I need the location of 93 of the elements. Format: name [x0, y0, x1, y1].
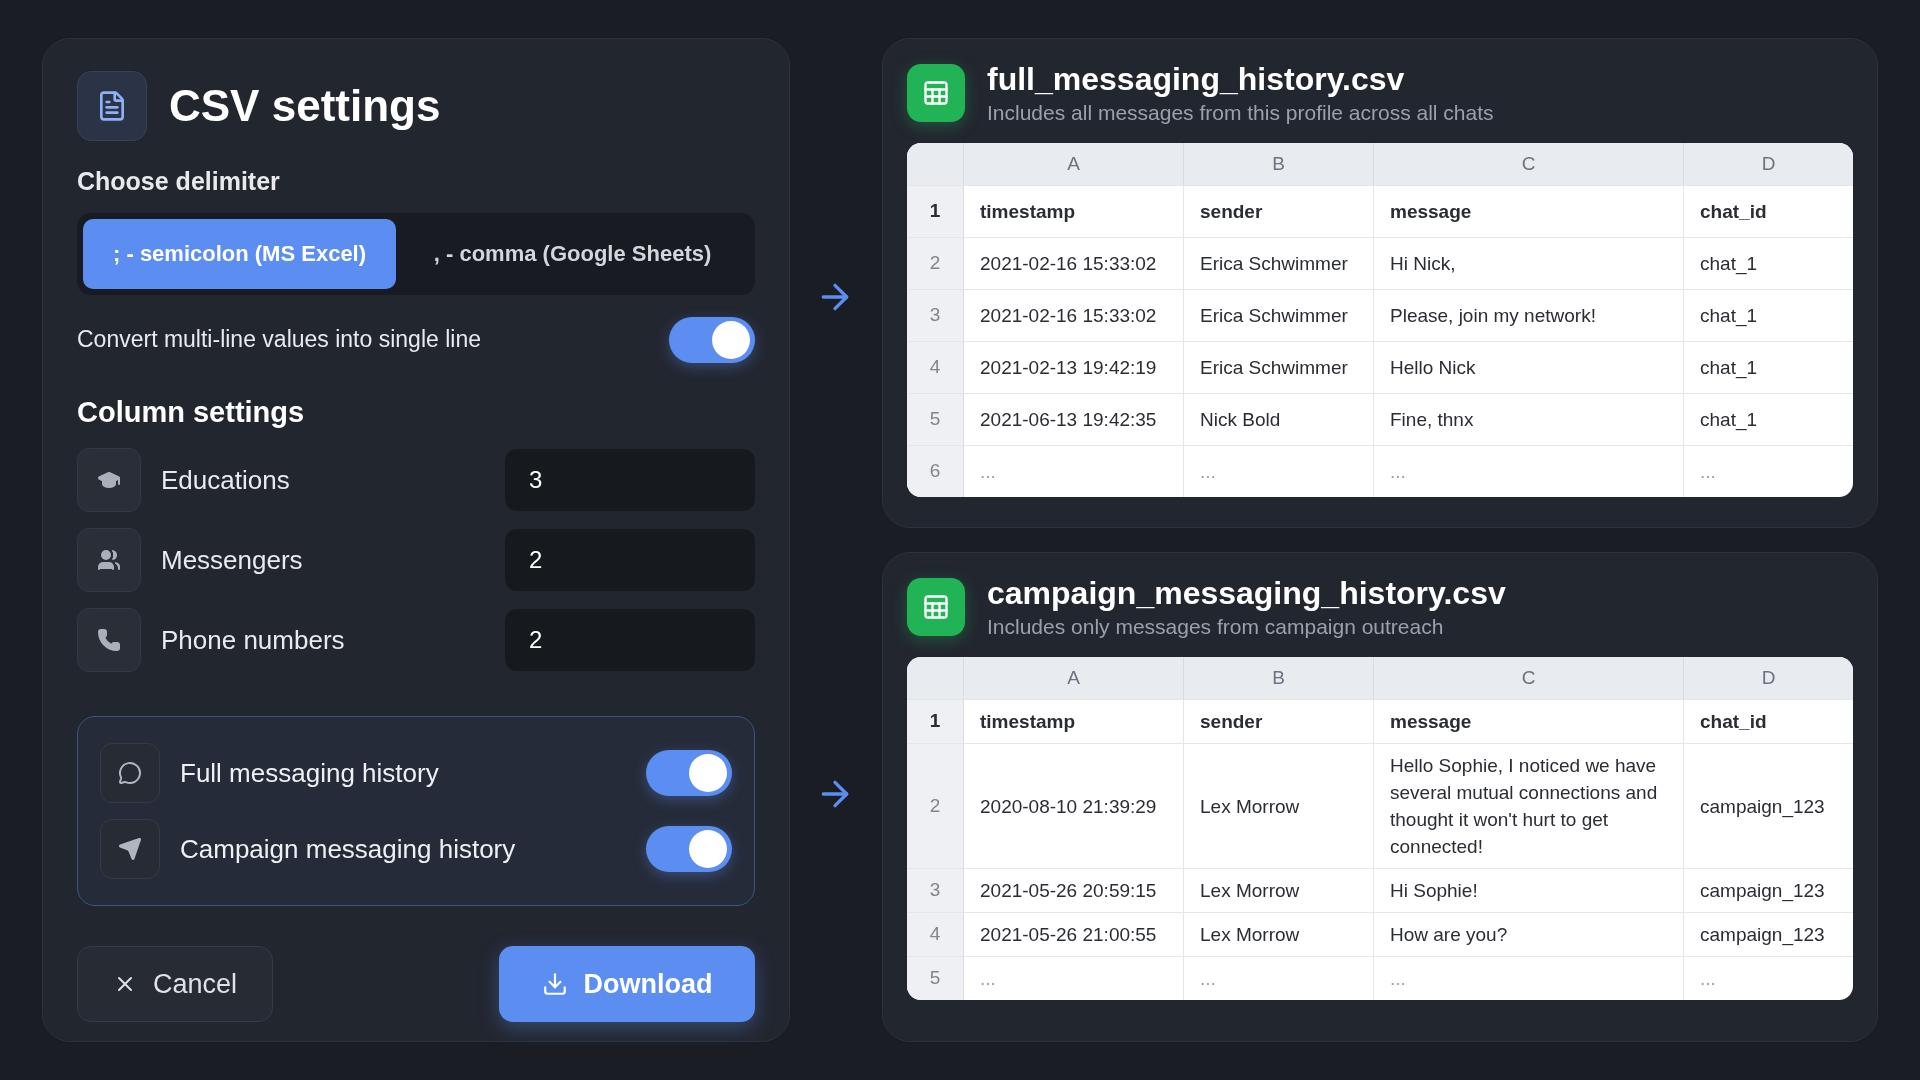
table-cell-text: campaign_123 [1700, 879, 1825, 904]
delimiter-option[interactable]: , - comma (Google Sheets) [396, 218, 749, 289]
graduation-cap-icon [77, 448, 141, 512]
row-number: 5 [907, 957, 964, 1000]
paper-plane-icon [100, 819, 160, 879]
table-cell-text: 2021-05-26 20:59:15 [980, 879, 1157, 903]
table-cell-text: sender [1200, 710, 1263, 734]
table-cell-text: chat_id [1700, 710, 1767, 734]
column-letter: D [1760, 152, 1777, 176]
table-cell-text: Erica Schwimmer [1200, 304, 1348, 328]
table-cell-text: Hello Sophie, I noticed we have several mutual connections and thought it won't hurt to get connected! [1390, 754, 1659, 859]
row-number: 3 [907, 869, 964, 912]
column-setting-label: Messengers [161, 543, 304, 577]
table-cell-text: Erica Schwimmer [1200, 356, 1348, 380]
table-cell-text: 2021-02-13 19:42:19 [980, 356, 1157, 380]
column-letter: A [964, 657, 1184, 699]
export-option-label: Full messaging history [180, 756, 440, 790]
row-number: 6 [907, 446, 964, 497]
row-number: 1 [907, 700, 964, 743]
row-number: 4 [907, 342, 964, 393]
table-cell-text: ... [1700, 967, 1716, 991]
table-cell-text: chat_1 [1700, 252, 1758, 277]
column-letter: D [1760, 666, 1777, 690]
row-number: 5 [907, 394, 964, 445]
row-number: 3 [907, 290, 964, 341]
column-letter: C [1374, 657, 1684, 699]
convert-toggle[interactable] [669, 316, 755, 363]
spreadsheet-icon [907, 64, 965, 122]
table-cell-text: message [1390, 710, 1472, 734]
table-cell-text: Lex Morrow [1200, 879, 1300, 903]
row-number: 2 [907, 238, 964, 289]
table-cell-text: chat_id [1700, 200, 1767, 224]
column-letter: B [1184, 143, 1374, 185]
export-toggle[interactable] [646, 826, 732, 872]
document-icon [77, 71, 147, 141]
table-cell-text: Nick Bold [1200, 408, 1281, 432]
table-cell-text: Hi Nick, [1390, 252, 1456, 276]
table-cell-text: ... [1200, 460, 1216, 484]
phone-icon [77, 608, 141, 672]
table-cell-text: ... [1700, 460, 1716, 484]
table-cell-text: Please, join my network! [1390, 304, 1596, 328]
count-field[interactable]: 3 [505, 449, 755, 511]
table-cell-text: Erica Schwimmer [1200, 252, 1348, 276]
table-cell-text: chat_1 [1700, 356, 1758, 381]
column-setting-label: Educations [161, 463, 291, 497]
row-number: 2 [907, 744, 964, 868]
column-letter: A [964, 143, 1184, 185]
table-cell-text: campaign_123 [1700, 923, 1825, 948]
export-option-label: Campaign messaging history [180, 832, 517, 866]
table-cell-text: timestamp [980, 200, 1076, 224]
delimiter-label: Choose delimiter [77, 166, 281, 197]
column-letter: B [1184, 657, 1374, 699]
table-cell-text: campaign_123 [1700, 794, 1825, 820]
table-cell-text: 2021-05-26 21:00:55 [980, 923, 1157, 947]
table-cell-text: 2021-06-13 19:42:35 [980, 408, 1157, 432]
column-setting-label: Phone numbers [161, 623, 346, 657]
table-cell-text: Hi Sophie! [1390, 879, 1478, 903]
table-cell-text: ... [980, 967, 996, 991]
table-cell-text: chat_1 [1700, 304, 1758, 329]
table-cell-text: Hello Nick [1390, 356, 1476, 380]
table-cell-text: chat_1 [1700, 408, 1758, 433]
table-cell-text: 2021-02-16 15:33:02 [980, 252, 1157, 276]
table-cell-text: sender [1200, 200, 1263, 224]
count-field[interactable]: 2 [505, 529, 755, 591]
speech-bubble-icon [100, 743, 160, 803]
section-title: Column settings [77, 394, 306, 430]
column-letter: C [1374, 143, 1684, 185]
table-cell-text: 2021-02-16 15:33:02 [980, 304, 1157, 328]
file-name: full_messaging_history.csv [987, 60, 1406, 99]
table-cell-text: ... [980, 460, 996, 484]
file-name: campaign_messaging_history.csv [987, 574, 1506, 613]
file-description: Includes all messages from this profile across all chats [987, 100, 1494, 126]
table-cell-text: ... [1390, 460, 1406, 484]
people-icon [77, 528, 141, 592]
table-cell-text: ... [1390, 967, 1406, 991]
download-icon [541, 971, 568, 997]
table-cell-text: ... [1200, 967, 1216, 991]
table-cell-text: 2020-08-10 21:39:29 [980, 794, 1157, 819]
table-cell-text: timestamp [980, 710, 1076, 734]
file-description: Includes only messages from campaign outreach [987, 614, 1445, 640]
count-field[interactable]: 2 [505, 609, 755, 671]
convert-label: Convert multi-line values into single line [77, 325, 481, 355]
panel-title: CSV settings [169, 80, 441, 132]
table-cell-text: How are you? [1390, 923, 1508, 947]
row-number: 4 [907, 913, 964, 956]
table-cell-text: Lex Morrow [1200, 794, 1300, 819]
table-cell-text: message [1390, 200, 1472, 224]
table-cell-text: Lex Morrow [1200, 923, 1300, 947]
export-toggle[interactable] [646, 750, 732, 796]
spreadsheet-icon [907, 578, 965, 636]
row-number: 1 [907, 186, 964, 237]
table-cell-text: Fine, thnx [1390, 408, 1474, 432]
cancel-button[interactable]: Cancel [77, 946, 273, 1022]
